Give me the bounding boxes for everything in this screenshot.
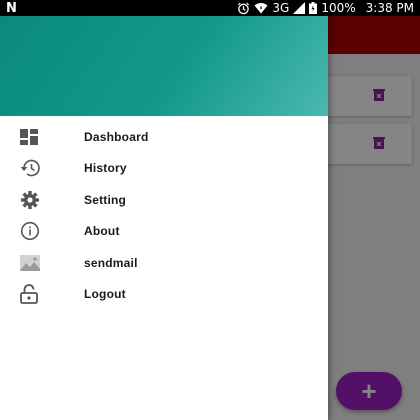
notification-n-icon: N [6, 0, 17, 16]
menu-item-label: About [84, 224, 120, 239]
drawer-menu: Dashboard History Setting About sendmail [0, 116, 328, 310]
menu-item-about[interactable]: About [0, 216, 328, 248]
battery-level: 100% [321, 1, 356, 15]
dashboard-icon [0, 128, 84, 145]
lock-icon [0, 284, 84, 305]
signal-icon [293, 2, 306, 14]
drawer-header [0, 16, 328, 116]
clock-time: 3:38 PM [365, 1, 414, 15]
menu-item-label: History [84, 161, 127, 176]
menu-item-label: Dashboard [84, 129, 149, 144]
menu-item-label: Logout [84, 287, 126, 302]
alarm-icon [237, 2, 250, 15]
info-icon [0, 221, 84, 241]
menu-item-logout[interactable]: Logout [0, 279, 328, 311]
status-icons: 3G 100% 3:38 PM [237, 1, 414, 15]
network-type: 3G [272, 1, 290, 15]
history-icon [0, 159, 84, 177]
menu-item-sendmail[interactable]: sendmail [0, 247, 328, 279]
status-bar: N 3G 100% 3:38 PM [0, 0, 420, 16]
menu-item-label: Setting [84, 192, 127, 207]
battery-icon [309, 2, 318, 14]
menu-item-dashboard[interactable]: Dashboard [0, 121, 328, 153]
menu-item-label: sendmail [84, 255, 138, 270]
image-icon [0, 254, 84, 271]
menu-item-history[interactable]: History [0, 153, 328, 185]
navigation-drawer: Dashboard History Setting About sendmail [0, 16, 328, 420]
gear-icon [0, 190, 84, 210]
menu-item-setting[interactable]: Setting [0, 184, 328, 216]
wifi-icon [254, 2, 268, 14]
